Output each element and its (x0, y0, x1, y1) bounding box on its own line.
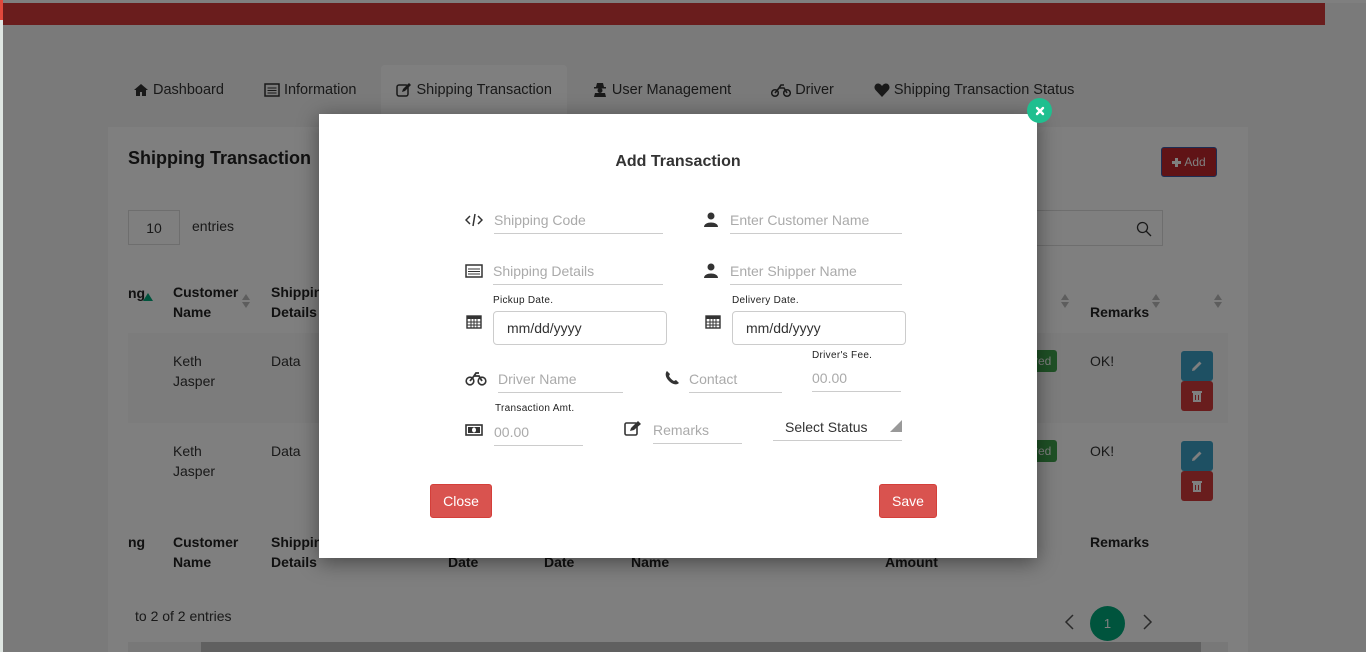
edit-icon (624, 421, 641, 436)
modal-close-button[interactable] (1027, 98, 1052, 123)
user-icon (704, 263, 718, 278)
phone-icon (665, 371, 679, 385)
drivers-fee-input[interactable] (812, 364, 901, 392)
add-transaction-modal: Add Transaction Pickup Date. mm/dd/yyyy … (319, 114, 1037, 558)
shipping-details-input[interactable] (493, 257, 663, 285)
shipper-name-input[interactable] (730, 257, 902, 285)
calendar-icon (466, 315, 482, 329)
calendar-icon (705, 315, 721, 329)
transaction-amt-input[interactable] (494, 418, 583, 446)
pickup-date-input[interactable]: mm/dd/yyyy (493, 311, 667, 345)
list-icon (465, 264, 483, 278)
close-icon (1035, 106, 1044, 115)
pickup-date-label: Pickup Date. (493, 295, 554, 306)
shipping-code-input[interactable] (494, 206, 663, 234)
code-icon (465, 213, 483, 227)
user-icon (704, 212, 718, 227)
status-select-value: Select Status (785, 418, 868, 435)
money-icon (465, 424, 483, 436)
close-button[interactable]: Close (430, 484, 492, 518)
save-button[interactable]: Save (879, 484, 937, 518)
status-select[interactable]: Select Status (773, 413, 902, 441)
delivery-date-label: Delivery Date. (732, 295, 799, 306)
drivers-fee-label: Driver's Fee. (812, 350, 873, 361)
transaction-amt-label: Transaction Amt. (495, 403, 575, 414)
select-arrow-icon (890, 420, 902, 432)
motorcycle-icon (465, 372, 487, 386)
remarks-input[interactable] (653, 416, 742, 444)
contact-input[interactable] (689, 365, 782, 393)
modal-title: Add Transaction (615, 153, 741, 170)
driver-name-input[interactable] (498, 365, 623, 393)
customer-name-input[interactable] (730, 206, 902, 234)
delivery-date-input[interactable]: mm/dd/yyyy (732, 311, 906, 345)
